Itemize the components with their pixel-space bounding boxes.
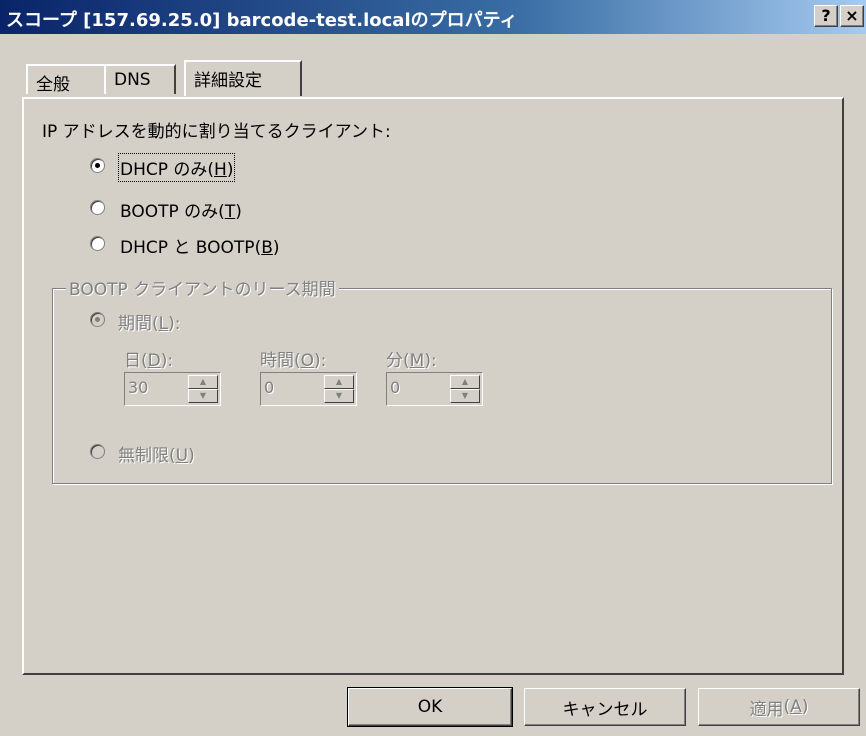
tab-dns-label: DNS xyxy=(114,70,151,90)
bootp-only-mnemonic: T xyxy=(224,202,236,222)
hours-value: 0 xyxy=(264,378,275,397)
help-button[interactable]: ? xyxy=(814,5,838,27)
dhcp-and-bootp-mnemonic: B xyxy=(261,238,273,258)
bootp-only-text: BOOTP のみ xyxy=(120,202,219,222)
radio-dhcp-and-bootp-label[interactable]: DHCP と BOOTP(B) xyxy=(120,233,280,258)
radio-lease-unlimited[interactable] xyxy=(90,444,105,459)
hours-mnemonic: O xyxy=(300,351,315,371)
radio-lease-limited[interactable] xyxy=(90,312,105,327)
lease-unlimited-text: 無制限 xyxy=(118,446,169,466)
radio-bootp-only[interactable] xyxy=(90,200,105,215)
window-title: スコープ [157.69.25.0] barcode-test.localのプロ… xyxy=(6,10,518,31)
spin-down-icon[interactable]: ▼ xyxy=(324,389,354,403)
hours-text: 時間 xyxy=(260,351,294,371)
days-spinner-arrows: ▲ ▼ xyxy=(188,375,218,403)
days-spinner[interactable]: 30 ▲ ▼ xyxy=(124,372,221,406)
tab-advanced[interactable]: 詳細設定 xyxy=(184,60,302,96)
spin-down-icon[interactable]: ▼ xyxy=(450,389,480,403)
days-mnemonic: D xyxy=(147,351,161,371)
tab-general-label: 全般 xyxy=(36,75,70,95)
spin-down-icon[interactable]: ▼ xyxy=(188,389,218,403)
spin-up-icon[interactable]: ▲ xyxy=(324,375,354,389)
days-text: 日 xyxy=(124,351,141,371)
apply-mnemonic: A xyxy=(790,697,802,717)
hours-spinner[interactable]: 0 ▲ ▼ xyxy=(260,372,357,406)
minutes-spinner-arrows: ▲ ▼ xyxy=(450,375,480,403)
radio-lease-unlimited-label[interactable]: 無制限(U) xyxy=(118,441,195,466)
radio-bootp-only-label[interactable]: BOOTP のみ(T) xyxy=(120,197,242,222)
radio-lease-limited-label[interactable]: 期間(L): xyxy=(118,309,181,334)
tab-advanced-label: 詳細設定 xyxy=(194,71,262,91)
days-label: 日(D): xyxy=(124,351,174,371)
hours-spinner-arrows: ▲ ▼ xyxy=(324,375,354,403)
dhcp-only-text: DHCP のみ xyxy=(120,160,208,180)
section-label: IP アドレスを動的に割り当てるクライアント: xyxy=(42,122,391,142)
minutes-label: 分(M): xyxy=(386,351,437,371)
dhcp-and-bootp-text: DHCP と BOOTP xyxy=(120,238,255,258)
tab-dns[interactable]: DNS xyxy=(104,64,176,94)
lease-unlimited-mnemonic: U xyxy=(175,446,189,466)
title-bar: スコープ [157.69.25.0] barcode-test.localのプロ… xyxy=(0,0,866,34)
bootp-lease-groupbox-title: BOOTP クライアントのリース期間 xyxy=(66,275,339,300)
ok-button[interactable]: OK xyxy=(347,687,513,727)
cancel-button[interactable]: キャンセル xyxy=(524,688,686,726)
dhcp-only-mnemonic: H xyxy=(214,160,227,180)
days-value: 30 xyxy=(128,378,149,397)
spin-up-icon[interactable]: ▲ xyxy=(188,375,218,389)
hours-label: 時間(O): xyxy=(260,351,327,371)
minutes-spinner[interactable]: 0 ▲ ▼ xyxy=(386,372,483,406)
apply-text: 適用 xyxy=(749,699,784,720)
lease-limited-text: 期間 xyxy=(118,314,152,334)
radio-dhcp-only-label[interactable]: DHCP のみ(H) xyxy=(117,153,236,182)
minutes-value: 0 xyxy=(390,378,401,397)
spin-up-icon[interactable]: ▲ xyxy=(450,375,480,389)
radio-dhcp-and-bootp[interactable] xyxy=(90,236,105,251)
apply-button[interactable]: 適用(A) xyxy=(698,688,860,726)
close-button[interactable]: × xyxy=(840,5,864,27)
lease-limited-mnemonic: L xyxy=(158,314,169,334)
radio-dhcp-only[interactable] xyxy=(90,158,105,173)
minutes-mnemonic: M xyxy=(409,351,425,371)
tab-general[interactable]: 全般 xyxy=(26,64,106,95)
minutes-text: 分 xyxy=(386,351,403,371)
